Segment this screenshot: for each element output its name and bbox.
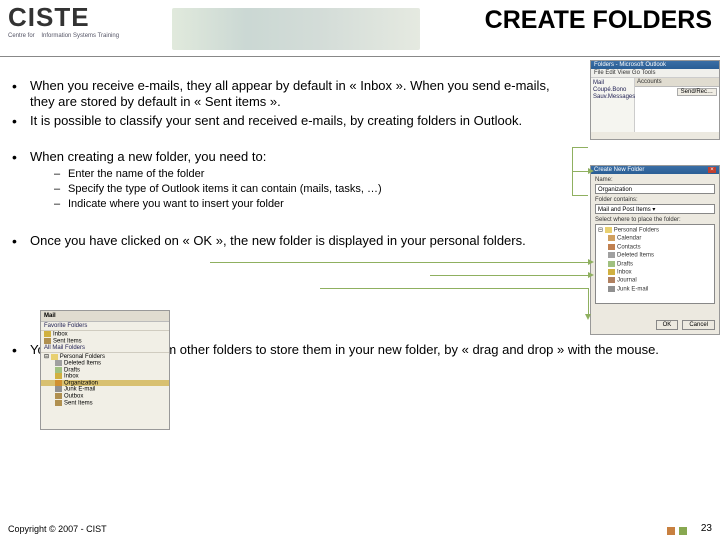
dash: –: [54, 198, 68, 212]
tree-item: Deleted Items: [64, 361, 101, 367]
favorite-folders-header: Favorite Folders: [41, 322, 169, 331]
outlook-nav-pane: Mail Coupé.Bono Sauv.Messages: [591, 78, 635, 132]
contains-label: Folder contains:: [595, 197, 715, 203]
footer-square-icon: [667, 527, 675, 535]
sub-3: Indicate where you want to insert your f…: [68, 198, 284, 212]
contains-select: Mail and Post Items ▾: [595, 204, 715, 214]
sub-2: Specify the type of Outlook items it can…: [68, 183, 382, 197]
dash: –: [54, 183, 68, 197]
outlook-window-thumbnail: Folders - Microsoft Outlook File Edit Vi…: [590, 60, 720, 140]
cancel-button: Cancel: [682, 320, 715, 330]
fav-sent: Sent Items: [53, 338, 82, 344]
bullet-dot: •: [12, 233, 30, 250]
logo-main: CISTE: [8, 2, 168, 33]
bullet-dot: •: [12, 149, 30, 166]
bullet-dot: •: [12, 342, 30, 359]
outlook-menubar: File Edit View Go Tools: [591, 69, 719, 78]
banner-image: [172, 8, 420, 50]
page-number: 23: [701, 523, 712, 534]
outlook-section-header: Accounts: [635, 78, 719, 87]
name-input: Organization: [595, 184, 715, 194]
outlook-titlebar: Folders - Microsoft Outlook: [591, 61, 719, 69]
close-icon: ×: [708, 167, 716, 173]
bullet-dot: •: [12, 78, 30, 111]
mail-header: Mail: [41, 311, 169, 322]
logo: CISTE Centre for Information Systems Tra…: [8, 2, 168, 57]
send-receive-button: Send/Rec…: [677, 88, 717, 96]
bullet-3: When creating a new folder, you need to:: [30, 149, 708, 166]
copyright: Copyright © 2007 - CIST: [8, 524, 107, 534]
tree-item: Inbox: [64, 374, 79, 380]
bullet-dot: •: [12, 113, 30, 130]
where-label: Select where to place the folder:: [595, 217, 715, 223]
folder-tree: ⊟ Personal Folders Calendar Contacts Del…: [595, 224, 715, 304]
name-label: Name:: [595, 177, 715, 183]
sub-1: Enter the name of the folder: [68, 168, 204, 182]
slide-title: CREATE FOLDERS: [485, 6, 712, 35]
all-mail-header: All Mail Folders: [41, 344, 169, 353]
nav-item: Coupé.Bono: [593, 87, 632, 93]
dash: –: [54, 168, 68, 182]
tree-item: Outbox: [64, 394, 83, 400]
dialog-title: Create New Folder: [594, 167, 644, 173]
nav-mail: Mail: [593, 80, 632, 86]
mail-pane-thumbnail: Mail Favorite Folders Inbox Sent Items A…: [40, 310, 170, 430]
logo-sub1: Centre for Information Systems Training: [8, 33, 168, 40]
fav-inbox: Inbox: [53, 332, 68, 338]
ok-button: OK: [656, 320, 679, 330]
create-folder-dialog-thumbnail: Create New Folder × Name: Organization Fo…: [590, 165, 720, 335]
nav-item: Sauv.Messages: [593, 94, 632, 100]
header: CISTE Centre for Information Systems Tra…: [0, 0, 720, 62]
tree-item: Sent Items: [64, 400, 93, 406]
footer-square-icon: [679, 527, 687, 535]
